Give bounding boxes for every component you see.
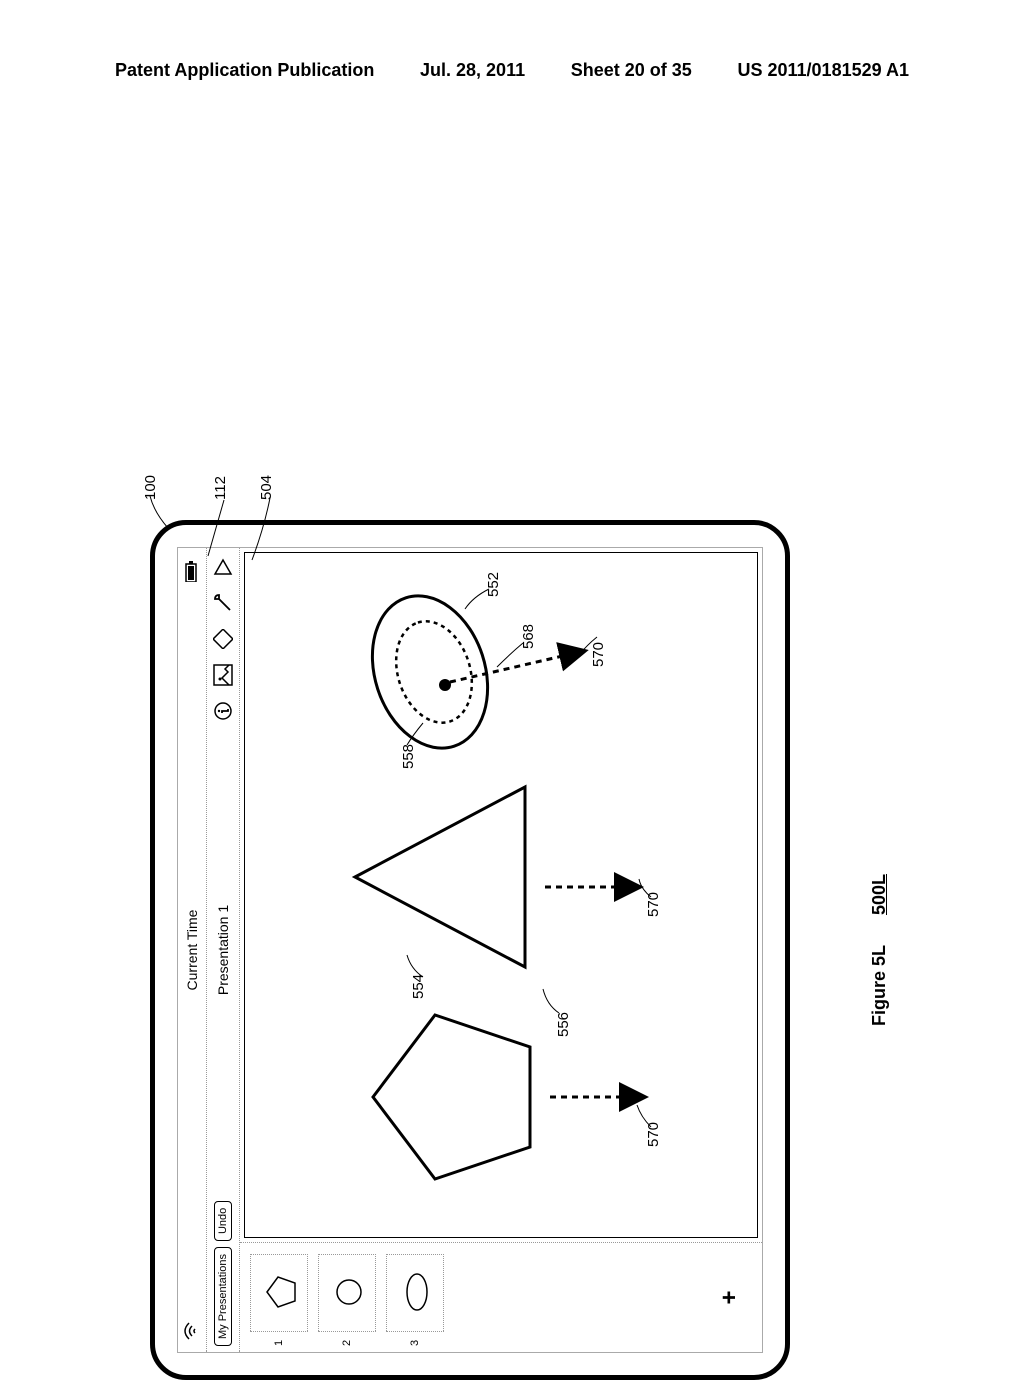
leader-504 bbox=[250, 496, 274, 562]
leader-552 bbox=[463, 585, 493, 611]
figure-id: 500L bbox=[869, 874, 890, 915]
slide-thumb-3[interactable]: 3 bbox=[386, 1249, 444, 1346]
figure-label: Figure 5L bbox=[869, 945, 890, 1026]
slide-thumb-1[interactable]: 1 bbox=[250, 1249, 308, 1346]
info-icon[interactable] bbox=[212, 700, 234, 722]
shape-icon[interactable] bbox=[212, 628, 234, 650]
page-header: Patent Application Publication Jul. 28, … bbox=[115, 60, 909, 81]
undo-button[interactable]: Undo bbox=[214, 1201, 232, 1241]
battery-icon bbox=[184, 560, 200, 582]
pub-date: Jul. 28, 2011 bbox=[420, 60, 525, 81]
touch-contact-dot bbox=[436, 676, 454, 694]
leader-558 bbox=[405, 721, 427, 747]
status-time: Current Time bbox=[184, 910, 200, 991]
presentation-title: Presentation 1 bbox=[215, 905, 231, 995]
toolbar: My Presentations Undo Presentation 1 bbox=[206, 548, 240, 1352]
slide-panel: 1 2 3 + bbox=[240, 1242, 762, 1352]
wifi-icon bbox=[184, 1322, 201, 1340]
my-presentations-button[interactable]: My Presentations bbox=[214, 1247, 232, 1346]
device-frame: Current Time My Presentations Undo Prese… bbox=[150, 520, 790, 1380]
ref-112: 112 bbox=[212, 476, 229, 500]
status-bar: Current Time bbox=[178, 548, 206, 1352]
leader-554 bbox=[405, 953, 431, 979]
figure-container: Current Time My Presentations Undo Prese… bbox=[150, 170, 850, 1030]
triangle-shape[interactable] bbox=[345, 777, 535, 977]
add-slide-button[interactable]: + bbox=[708, 1249, 752, 1346]
leader-568 bbox=[495, 641, 525, 669]
image-icon[interactable] bbox=[212, 664, 234, 686]
leader-570c bbox=[577, 635, 599, 657]
tools-icon[interactable] bbox=[212, 592, 234, 614]
sheet-num: Sheet 20 of 35 bbox=[571, 60, 692, 81]
leader-100 bbox=[148, 494, 174, 530]
leader-112 bbox=[206, 498, 228, 558]
leader-570a bbox=[635, 1103, 655, 1129]
gesture-arrow-2 bbox=[540, 862, 650, 912]
slide-thumb-2[interactable]: 2 bbox=[318, 1249, 376, 1346]
editor-canvas[interactable]: 556 554 558 552 568 570 570 570 bbox=[244, 552, 758, 1238]
leader-570b bbox=[637, 877, 655, 899]
pub-number: US 2011/0181529 A1 bbox=[737, 60, 908, 81]
ref-556: 556 bbox=[555, 1012, 572, 1037]
play-icon[interactable] bbox=[212, 556, 234, 578]
leader-556 bbox=[541, 985, 563, 1015]
pentagon-shape[interactable] bbox=[365, 1007, 540, 1187]
figure-caption: Figure 5L 500L bbox=[869, 874, 890, 1026]
pub-label: Patent Application Publication bbox=[115, 60, 374, 81]
device-screen: Current Time My Presentations Undo Prese… bbox=[177, 547, 763, 1353]
ref-558: 558 bbox=[400, 744, 417, 769]
